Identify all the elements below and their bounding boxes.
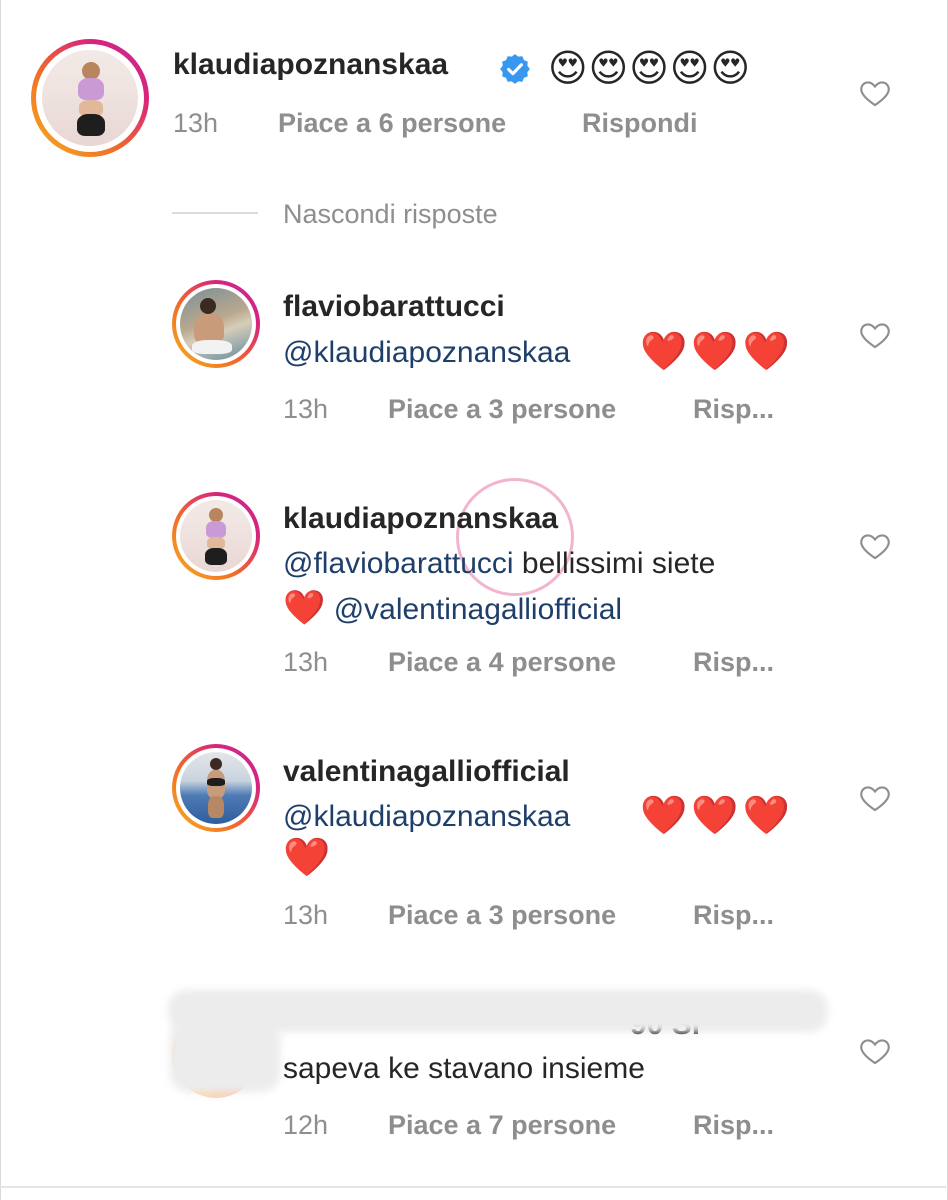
reply-text-line: @flaviobarattucci bellissimi siete — [283, 547, 715, 581]
reply-username[interactable]: valentinagalliofficial — [283, 755, 570, 789]
heart-outline-icon[interactable] — [858, 781, 892, 815]
reply-hearts: ❤️❤️❤️ — [640, 795, 794, 837]
heart-outline-icon[interactable] — [858, 76, 892, 110]
heart-outline-icon[interactable] — [858, 318, 892, 352]
reply-button[interactable]: Risp... — [693, 1110, 774, 1141]
avatar[interactable] — [172, 280, 260, 368]
avatar[interactable] — [31, 39, 149, 157]
heart-outline-icon[interactable] — [858, 1034, 892, 1068]
reply-heart: ❤️ — [283, 589, 326, 627]
reply-username[interactable]: flaviobarattucci — [283, 290, 505, 324]
reply-mention[interactable]: @klaudiapoznanskaa — [283, 336, 570, 370]
reply-text: sapeva ke stavano insieme — [283, 1052, 645, 1085]
reply-time: 12h — [283, 1110, 329, 1140]
reply-text: bellissimi siete — [521, 547, 716, 580]
avatar[interactable] — [172, 744, 260, 832]
reply-button[interactable]: Risp... — [693, 647, 774, 678]
reply-likes[interactable]: Piace a 4 persone — [388, 647, 616, 678]
reply-mention[interactable]: @klaudiapoznanskaa — [283, 800, 570, 834]
reply-time: 13h — [283, 900, 329, 930]
reply-hearts-line2: ❤️ — [283, 837, 335, 879]
verified-badge-icon — [500, 54, 530, 84]
bottom-divider — [0, 1186, 948, 1188]
reply-likes[interactable]: Piace a 7 persone — [388, 1110, 616, 1141]
reply-button[interactable]: Risp... — [693, 900, 774, 931]
reply-mention[interactable]: @valentinagalliofficial — [334, 593, 622, 626]
reply-button[interactable]: Rispondi — [582, 108, 698, 139]
reply-mention[interactable]: @flaviobarattucci — [283, 547, 514, 580]
reply-text-line: ❤️ @valentinagalliofficial — [283, 588, 622, 628]
comment-likes[interactable]: Piace a 6 persone — [278, 108, 506, 139]
reply-username[interactable]: klaudiapoznanskaa — [283, 502, 558, 536]
comment-time: 13h — [173, 108, 219, 138]
avatar[interactable] — [172, 492, 260, 580]
comment-username[interactable]: klaudiapoznanskaa — [173, 48, 448, 82]
replies-divider — [172, 212, 258, 214]
reply-likes[interactable]: Piace a 3 persone — [388, 900, 616, 931]
comment-emojis: 😍😍😍😍😍 — [548, 48, 752, 90]
redaction-patch — [170, 1020, 280, 1092]
hide-replies-button[interactable]: Nascondi risposte — [283, 199, 498, 230]
reply-hearts: ❤️❤️❤️ — [640, 331, 794, 373]
heart-outline-icon[interactable] — [858, 529, 892, 563]
reply-time: 13h — [283, 394, 329, 424]
reply-button[interactable]: Risp... — [693, 394, 774, 425]
reply-time: 13h — [283, 647, 329, 677]
reply-likes[interactable]: Piace a 3 persone — [388, 394, 616, 425]
